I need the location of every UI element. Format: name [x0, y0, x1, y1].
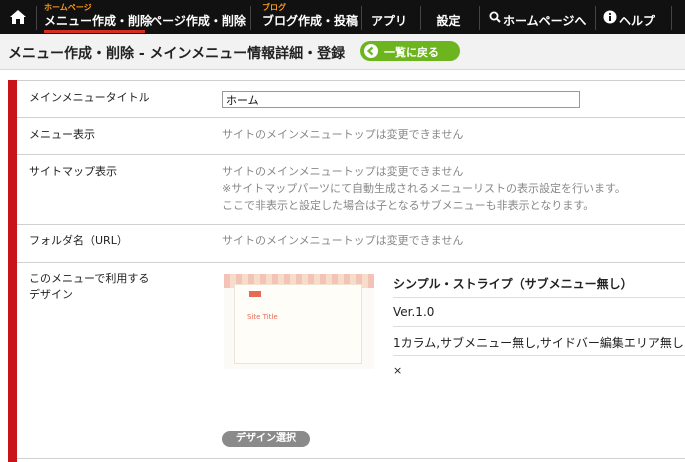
nav-menu-create[interactable]: ホームページ メニュー作成・削除 — [44, 0, 153, 34]
nav-divider — [671, 6, 672, 30]
thumb-page: Site Title — [234, 284, 362, 364]
thumb-menu-tab — [249, 291, 261, 297]
info-icon — [603, 10, 617, 24]
form-accent-bar — [8, 80, 17, 462]
divider — [17, 117, 685, 118]
nav-apps-label: アプリ — [370, 14, 407, 28]
menu-display-label: メニュー表示 — [29, 128, 95, 141]
menu-title-input[interactable] — [222, 91, 580, 108]
divider — [17, 224, 685, 225]
divider — [393, 355, 685, 356]
design-thumbnail: Site Title — [224, 274, 374, 369]
back-arrow-icon — [364, 44, 378, 58]
divider — [17, 154, 685, 155]
folder-name-value: サイトのメインメニュートップは変更できません — [222, 234, 464, 247]
page-title: メニュー作成・削除 - メインメニュー情報詳細・登録 — [8, 46, 346, 62]
nav-settings[interactable]: 設定 — [421, 0, 476, 34]
folder-name-label: フォルダ名（URL） — [29, 234, 128, 247]
nav-divider — [250, 6, 251, 30]
nav-help-label: ヘルプ — [619, 14, 656, 28]
divider — [17, 458, 685, 459]
search-icon — [489, 11, 501, 23]
sitemap-note-2: ここで非表示と設定した場合は子となるサブメニューも非表示となります。 — [222, 199, 595, 212]
menu-display-value: サイトのメインメニュートップは変更できません — [222, 128, 464, 141]
design-label-line2: デザイン — [29, 288, 73, 301]
back-to-list-button[interactable]: 一覧に戻る — [360, 41, 460, 61]
nav-divider — [36, 6, 37, 30]
design-version: Ver.1.0 — [393, 305, 435, 319]
design-description: 1カラム,サブメニュー無し,サイドバー編集エリア無し — [393, 336, 684, 350]
divider — [393, 297, 685, 298]
nav-page-create[interactable]: ページ作成・削除 — [150, 0, 246, 34]
nav-homepage-label: ホームページへ — [503, 14, 587, 28]
home-button[interactable] — [0, 0, 36, 34]
design-label-line1: このメニューで利用する — [29, 272, 150, 285]
back-button-label: 一覧に戻る — [384, 46, 439, 59]
nav-page-label: ページ作成・削除 — [150, 14, 246, 28]
top-nav: ホームページ メニュー作成・削除 ページ作成・削除 ブログ ブログ作成・投稿 ア… — [0, 0, 685, 34]
select-design-button[interactable]: デザイン選択 — [222, 431, 310, 447]
sitemap-display-value: サイトのメインメニュートップは変更できません — [222, 165, 464, 178]
nav-divider — [595, 6, 596, 30]
divider — [17, 80, 685, 81]
thumb-site-title: Site Title — [247, 313, 278, 321]
menu-title-label: メインメニュータイトル — [29, 91, 150, 104]
sitemap-display-label: サイトマップ表示 — [29, 165, 117, 178]
nav-help[interactable]: ヘルプ — [602, 0, 672, 34]
page-header: メニュー作成・削除 - メインメニュー情報詳細・登録 — [0, 34, 685, 70]
nav-blog[interactable]: ブログ ブログ作成・投稿 — [262, 0, 359, 34]
divider — [17, 262, 685, 263]
nav-homepage[interactable]: ホームページへ — [486, 0, 594, 34]
nav-divider — [479, 6, 480, 30]
nav-settings-label: 設定 — [436, 14, 461, 28]
nav-active-indicator — [44, 30, 145, 33]
divider — [393, 326, 685, 327]
design-close-mark: × — [393, 364, 403, 377]
design-name: シンプル・ストライプ（サブメニュー無し） — [393, 277, 633, 291]
sitemap-note-1: ※サイトマップパーツにて自動生成されるメニューリストの表示設定を行います。 — [222, 182, 626, 195]
nav-apps[interactable]: アプリ — [362, 0, 416, 34]
nav-blog-label: ブログ作成・投稿 — [262, 14, 359, 28]
home-icon — [10, 10, 26, 24]
nav-menu-label: メニュー作成・削除 — [44, 14, 153, 28]
